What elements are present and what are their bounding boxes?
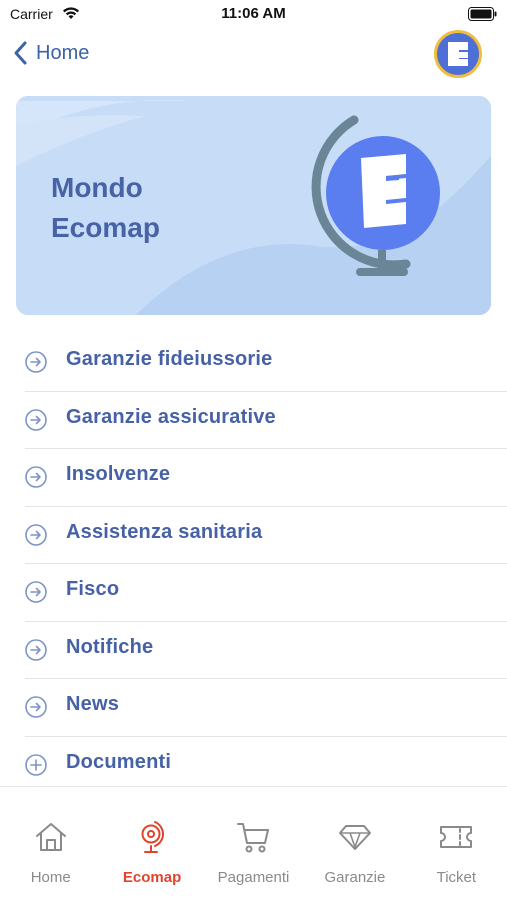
tab-pagamenti[interactable]: Pagamenti xyxy=(203,787,304,900)
tab-ecomap[interactable]: Ecomap xyxy=(101,787,202,900)
menu-item-label: Insolvenze xyxy=(66,463,171,485)
avatar[interactable] xyxy=(434,30,482,78)
plus-circle-icon xyxy=(25,753,47,776)
menu-list: Garanzie fideiussorie Garanzie assicurat… xyxy=(0,334,507,794)
menu-item-label: News xyxy=(66,693,120,715)
tab-label: Ecomap xyxy=(122,869,182,886)
menu-item-assistenza-sanitaria[interactable]: Assistenza sanitaria xyxy=(0,507,507,565)
ecomap-logo-icon xyxy=(448,42,468,66)
tab-label: Garanzie xyxy=(324,869,386,886)
battery-icon xyxy=(468,7,497,21)
menu-item-label: Notifiche xyxy=(66,635,154,658)
menu-item-news[interactable]: News xyxy=(0,679,507,737)
tab-label: Ticket xyxy=(436,869,477,886)
menu-item-label: Garanzie fideiussorie xyxy=(66,348,273,370)
tab-garanzie[interactable]: Garanzie xyxy=(304,787,405,900)
arrow-right-circle-icon xyxy=(25,466,47,488)
diamond-icon xyxy=(338,825,371,850)
arrow-right-circle-icon xyxy=(25,523,47,546)
globe-icon xyxy=(141,821,165,853)
tab-ticket[interactable]: Ticket xyxy=(406,787,507,900)
mondo-ecomap-banner: Mondo Ecomap xyxy=(16,96,491,315)
arrow-right-circle-icon xyxy=(25,696,47,718)
arrow-right-circle-icon xyxy=(25,351,47,373)
back-button[interactable]: Home xyxy=(10,36,89,70)
chevron-left-icon xyxy=(14,41,27,65)
tab-label: Home xyxy=(30,869,71,886)
tab-label: Pagamenti xyxy=(217,869,290,886)
navigation-bar: Home xyxy=(0,30,507,78)
menu-item-label: Assistenza sanitaria xyxy=(66,520,263,543)
status-time: 11:06 AM xyxy=(221,5,286,22)
arrow-right-circle-icon xyxy=(25,638,47,661)
home-icon xyxy=(35,823,66,851)
cart-icon xyxy=(236,823,269,853)
ticket-icon xyxy=(440,826,473,848)
menu-item-label: Garanzie assicurative xyxy=(66,405,276,428)
menu-item-notifiche[interactable]: Notifiche xyxy=(0,622,507,680)
menu-item-label: Documenti xyxy=(66,750,172,773)
menu-item-garanzie-fideiussorie[interactable]: Garanzie fideiussorie xyxy=(0,334,507,392)
menu-item-insolvenze[interactable]: Insolvenze xyxy=(0,449,507,507)
menu-item-label: Fisco xyxy=(66,578,120,600)
tab-bar: Home Ecomap Pagamenti Garanzie Ticket xyxy=(0,786,507,900)
status-bar: Carrier 11:06 AM xyxy=(0,0,507,30)
globe-icon xyxy=(311,115,440,276)
tab-home[interactable]: Home xyxy=(0,787,101,900)
back-label: Home xyxy=(36,41,90,64)
arrow-right-circle-icon xyxy=(25,408,47,431)
menu-item-garanzie-assicurative[interactable]: Garanzie assicurative xyxy=(0,392,507,450)
menu-item-fisco[interactable]: Fisco xyxy=(0,564,507,622)
arrow-right-circle-icon xyxy=(25,581,47,603)
banner-title: Mondo Ecomap xyxy=(51,172,160,243)
